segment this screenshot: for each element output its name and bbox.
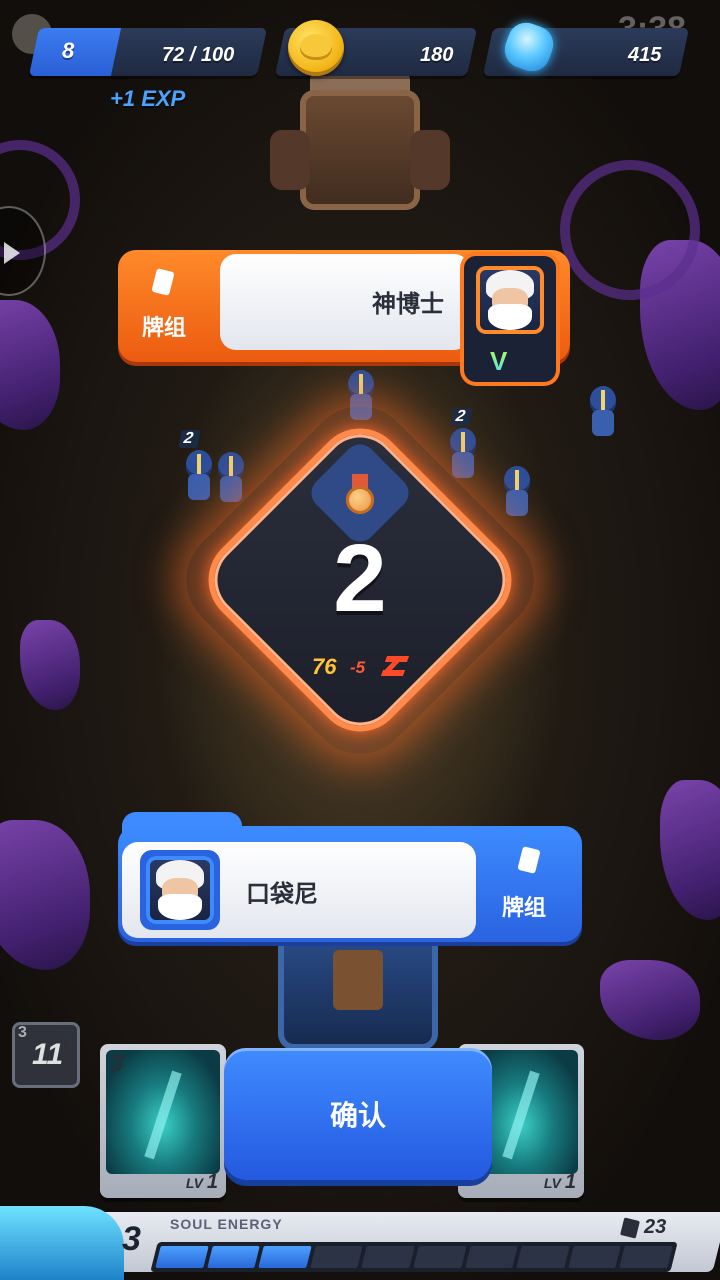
- ally-soldier: [586, 386, 620, 440]
- energy-segment: [619, 1246, 673, 1268]
- vine-decoration: [560, 160, 700, 300]
- rank-down-arrow-icon: [380, 652, 410, 678]
- player-name: 口袋尼: [246, 880, 318, 908]
- gold-count: 180: [420, 44, 454, 66]
- medal-icon: [342, 474, 378, 514]
- next-card-preview: 3 11: [12, 1022, 80, 1088]
- gold-coin-icon: [288, 20, 344, 76]
- opponent-name: 神博士: [372, 290, 444, 318]
- player-avatar: [146, 856, 214, 924]
- gem-count: 415: [628, 44, 662, 66]
- player-deck-button[interactable]: 牌组: [502, 890, 546, 922]
- rank-points: 76: [312, 654, 337, 679]
- energy-segment: [310, 1246, 364, 1268]
- enemy-tower: [270, 70, 450, 220]
- chevron-right-icon: [4, 242, 20, 264]
- exp-progress: 72 / 100: [162, 44, 235, 66]
- energy-segment: [568, 1246, 622, 1268]
- energy-segment: [361, 1246, 415, 1268]
- ally-tower: [258, 930, 458, 1060]
- deck-remaining-count: 23: [644, 1216, 667, 1238]
- card-level: LV 1: [185, 1171, 218, 1193]
- exp-gain: +1 EXP: [110, 86, 186, 111]
- crystal-decoration: [660, 780, 720, 920]
- opponent-rank-badge: V: [490, 346, 508, 376]
- hand-card[interactable]: 3 LV 1: [100, 1044, 226, 1198]
- opponent-panel: 牌组 神博士 V: [118, 250, 570, 382]
- opponent-avatar: [476, 266, 544, 334]
- soul-energy-label: SOUL ENERGY: [170, 1216, 283, 1232]
- player-panel: 口袋尼 牌组: [118, 812, 582, 944]
- energy-segment: [516, 1246, 570, 1268]
- energy-segment: [413, 1246, 467, 1268]
- crystal-decoration: [0, 820, 90, 970]
- unit-level-tag: 2: [450, 408, 473, 426]
- unit-level-tag: 2: [178, 430, 201, 448]
- rank-points-delta: -5: [350, 658, 366, 677]
- soul-energy-track: [150, 1242, 678, 1272]
- confirm-button[interactable]: 确认: [224, 1048, 492, 1180]
- ally-soldier: [214, 452, 248, 506]
- opponent-deck-button[interactable]: 牌组: [142, 310, 186, 342]
- crystal-decoration: [600, 960, 700, 1040]
- next-card-cost: 3: [18, 1024, 27, 1041]
- ally-soldier: [500, 466, 534, 520]
- card-cost: 3: [110, 1050, 124, 1077]
- gem-icon: [499, 17, 559, 77]
- card-level: LV 1: [543, 1171, 576, 1193]
- energy-segment: [155, 1246, 209, 1268]
- energy-segment: [206, 1246, 260, 1268]
- crystal-decoration: [0, 300, 60, 430]
- next-card-value: 11: [32, 1038, 64, 1071]
- energy-segment: [464, 1246, 518, 1268]
- player-level-badge: [28, 28, 122, 76]
- soul-energy-count: 3: [122, 1220, 141, 1258]
- energy-segment: [258, 1246, 312, 1268]
- ally-soldier: [446, 428, 480, 482]
- energy-wave-icon: [0, 1206, 124, 1280]
- rank-number: 2: [333, 525, 387, 632]
- ally-soldier: [182, 450, 216, 504]
- soul-energy-bar: 3 SOUL ENERGY 23: [0, 1206, 720, 1280]
- player-level: 8: [62, 38, 75, 63]
